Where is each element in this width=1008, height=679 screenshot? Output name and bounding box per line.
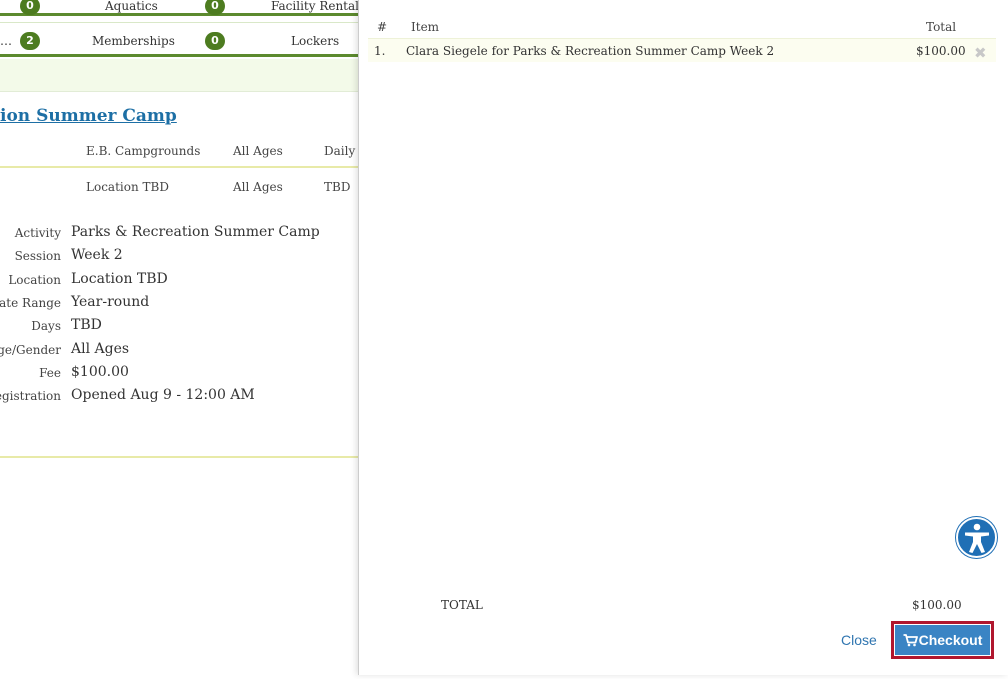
detail-value: All Ages: [71, 341, 130, 357]
cart-panel: [358, 0, 1008, 675]
detail-label: Location: [8, 273, 61, 287]
detail-date-range: Date Range Year-round: [0, 294, 358, 316]
category-tabs-row-2: … 2 Memberships 0 Lockers: [0, 29, 358, 57]
tab-separator: [0, 22, 358, 23]
category-tabs-row-1: 0 Aquatics 0 Facility Rentals: [0, 0, 365, 16]
info-band: [0, 59, 358, 92]
cart-column-item: Item: [411, 20, 440, 34]
accessibility-button[interactable]: [956, 517, 997, 558]
session-row[interactable]: Location TBD All Ages TBD: [0, 170, 358, 204]
detail-label: Activity: [14, 226, 61, 240]
session-location: Location TBD: [86, 180, 169, 194]
detail-label: Fee: [39, 366, 61, 380]
tab-truncated[interactable]: …: [0, 34, 12, 48]
detail-value: Location TBD: [71, 271, 168, 287]
activity-title-link[interactable]: ion Summer Camp: [0, 106, 177, 126]
detail-value: TBD: [71, 317, 102, 333]
detail-activity: Activity Parks & Recreation Summer Camp: [0, 224, 358, 246]
tab-facility-rentals[interactable]: Facility Rentals: [271, 0, 365, 13]
cart-item-total: $100.00: [916, 44, 966, 58]
session-ages: All Ages: [233, 180, 283, 194]
remove-item-close-icon[interactable]: ✖: [974, 44, 987, 62]
detail-age-gender: Age/Gender All Ages: [0, 341, 358, 363]
detail-value: Week 2: [71, 247, 123, 263]
accessibility-icon: [964, 523, 989, 553]
session-ages: All Ages: [233, 144, 283, 158]
aquatics-count-badge: 0: [20, 0, 40, 15]
tab-memberships[interactable]: Memberships: [92, 34, 175, 48]
tab-aquatics[interactable]: Aquatics: [105, 0, 158, 13]
memberships-count-badge: 0: [205, 32, 225, 50]
cart-icon: [903, 633, 918, 646]
detail-label: Days: [31, 319, 61, 333]
detail-days: Days TBD: [0, 317, 358, 339]
detail-value: Opened Aug 9 - 12:00 AM: [71, 387, 255, 403]
detail-registration: Registration Opened Aug 9 - 12:00 AM: [0, 387, 358, 409]
detail-label: Registration: [0, 389, 61, 403]
cart-column-number: #: [377, 20, 388, 34]
session-days: Daily: [324, 144, 356, 158]
session-row[interactable]: E.B. Campgrounds All Ages Daily: [0, 134, 358, 168]
detail-label: Date Range: [0, 296, 61, 310]
tab-lockers[interactable]: Lockers: [291, 34, 339, 48]
cart-item-description: Clara Siegele for Parks & Recreation Sum…: [406, 44, 775, 58]
facility-rentals-count-badge: 0: [205, 0, 225, 15]
detail-session: Session Week 2: [0, 247, 358, 269]
cart-item-row: 1. Clara Siegele for Parks & Recreation …: [368, 38, 996, 62]
detail-label: Session: [14, 249, 61, 263]
section-divider: [0, 456, 358, 458]
detail-value: Parks & Recreation Summer Camp: [71, 224, 320, 240]
cart-total-value: $100.00: [912, 598, 962, 612]
truncated-tab-count-badge: 2: [20, 32, 40, 50]
close-button[interactable]: Close: [841, 632, 877, 648]
checkout-label: Checkout: [918, 632, 983, 648]
session-days: TBD: [324, 180, 351, 194]
cart-item-number: 1.: [374, 44, 386, 58]
checkout-button[interactable]: Checkout: [895, 625, 990, 655]
session-location: E.B. Campgrounds: [86, 144, 201, 158]
detail-location: Location Location TBD: [0, 271, 358, 293]
cart-total-label: TOTAL: [441, 598, 483, 612]
detail-label: Age/Gender: [0, 343, 61, 357]
detail-value: Year-round: [71, 294, 150, 310]
cart-column-total: Total: [926, 20, 957, 34]
detail-value: $100.00: [71, 364, 129, 380]
detail-fee: Fee $100.00: [0, 364, 358, 386]
